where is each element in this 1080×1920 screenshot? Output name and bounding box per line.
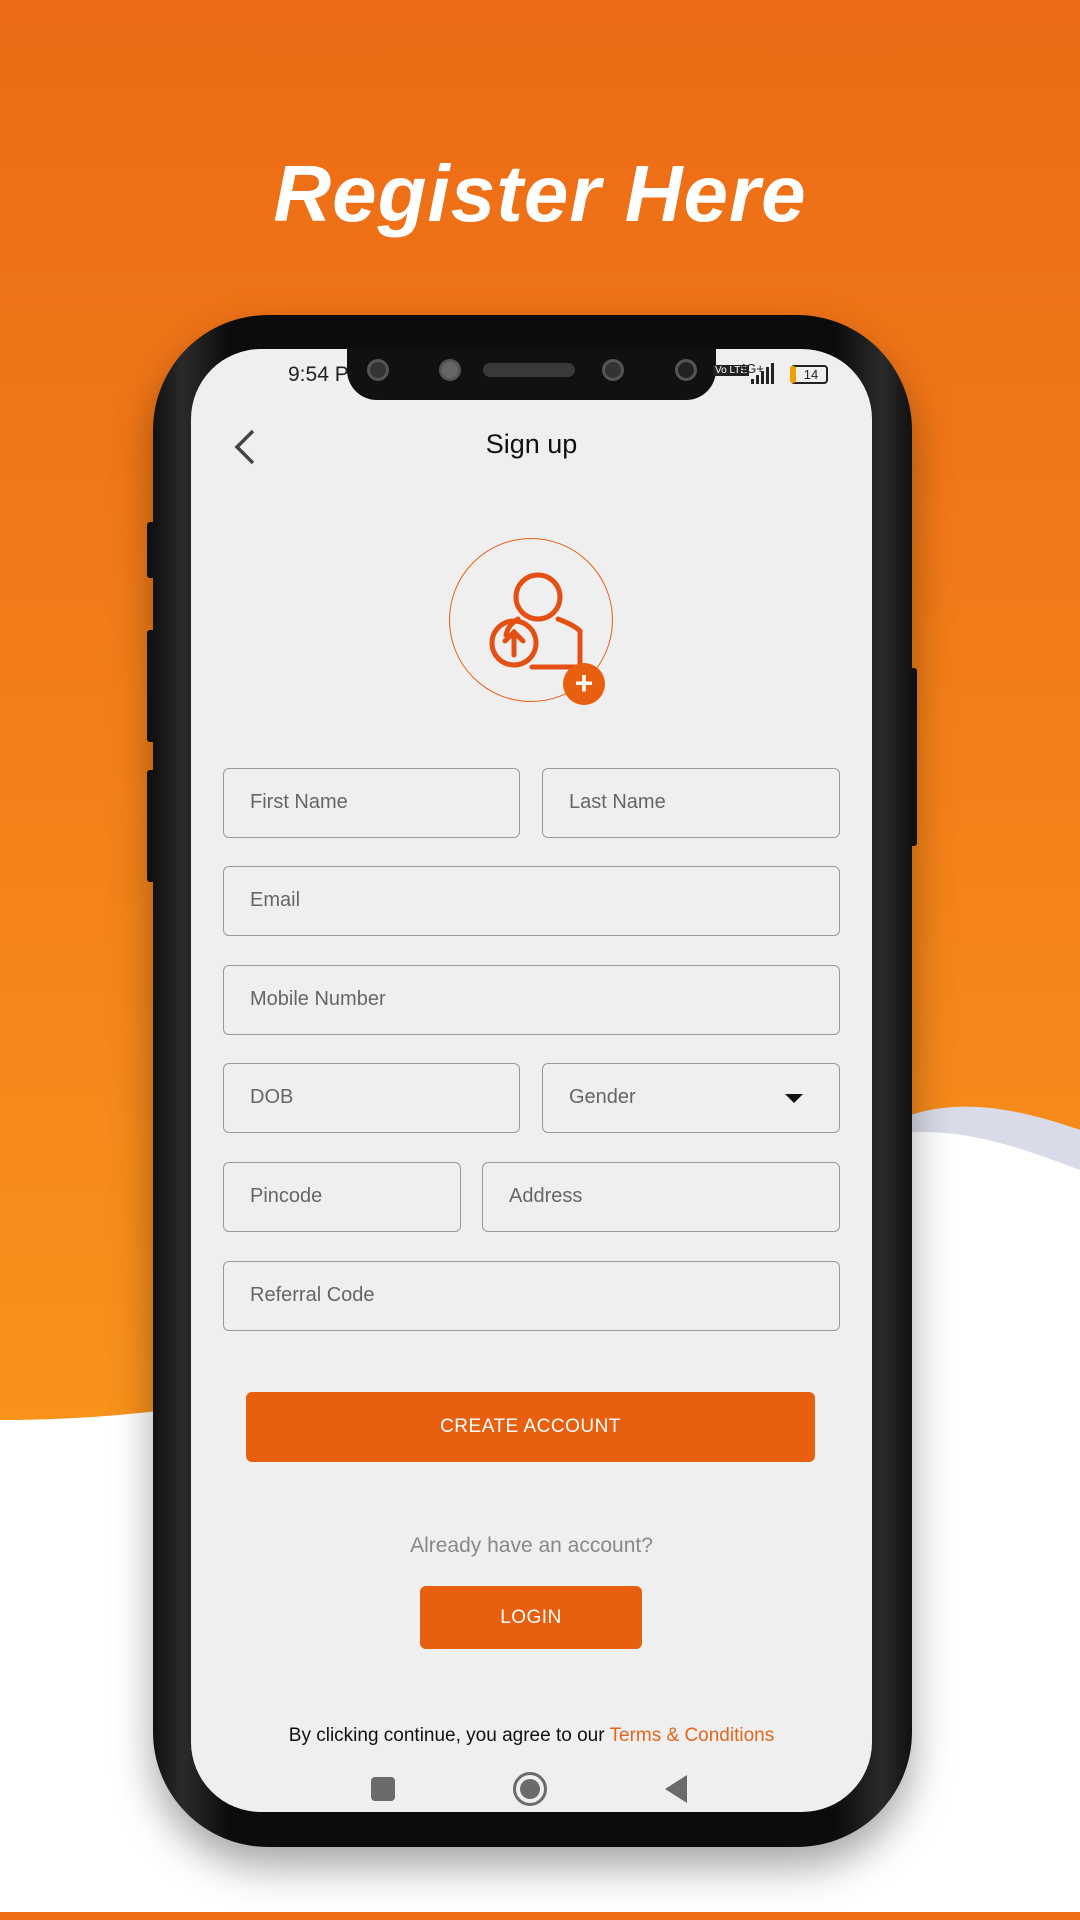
- create-account-button[interactable]: CREATE ACCOUNT: [246, 1392, 815, 1462]
- caret-down-icon: [785, 1094, 803, 1103]
- status-time: 9:54 P: [288, 363, 349, 386]
- square-icon[interactable]: [371, 1777, 395, 1801]
- page-title: Sign up: [485, 429, 578, 459]
- login-button[interactable]: LOGIN: [420, 1586, 642, 1649]
- sensor-icon: [439, 359, 461, 381]
- battery-icon: 14: [790, 365, 828, 384]
- first-name-input[interactable]: First Name: [223, 768, 520, 838]
- phone-button: [147, 522, 155, 578]
- terms-link[interactable]: Terms & Conditions: [610, 1725, 775, 1746]
- notch: [347, 349, 716, 400]
- email-input[interactable]: Email: [223, 866, 840, 936]
- app-screen: 9:54 P Vo LTE 4G+ 14 Sign up + First Nam…: [191, 349, 872, 1812]
- plus-icon[interactable]: +: [563, 663, 605, 705]
- last-name-input[interactable]: Last Name: [542, 768, 840, 838]
- camera-icon: [367, 359, 389, 381]
- mobile-input[interactable]: Mobile Number: [223, 965, 840, 1035]
- address-input[interactable]: Address: [482, 1162, 840, 1232]
- gender-select[interactable]: Gender: [542, 1063, 840, 1133]
- gender-value: Gender: [569, 1086, 636, 1108]
- signal-icon: [751, 363, 774, 384]
- triangle-back-icon[interactable]: [665, 1775, 687, 1803]
- phone-button: [147, 630, 155, 742]
- referral-code-input[interactable]: Referral Code: [223, 1261, 840, 1331]
- sensor-icon: [675, 359, 697, 381]
- speaker-icon: [483, 363, 575, 377]
- terms-text: By clicking continue, you agree to our T…: [191, 1725, 872, 1747]
- dob-input[interactable]: DOB: [223, 1063, 520, 1133]
- circle-icon[interactable]: [513, 1772, 547, 1806]
- terms-prefix: By clicking continue, you agree to our: [288, 1725, 610, 1746]
- phone-button: [909, 668, 917, 846]
- camera-icon: [602, 359, 624, 381]
- already-have-account-text: Already have an account?: [410, 1534, 653, 1557]
- phone-button: [147, 770, 155, 882]
- page-headline: Register Here: [273, 149, 807, 238]
- pincode-input[interactable]: Pincode: [223, 1162, 461, 1232]
